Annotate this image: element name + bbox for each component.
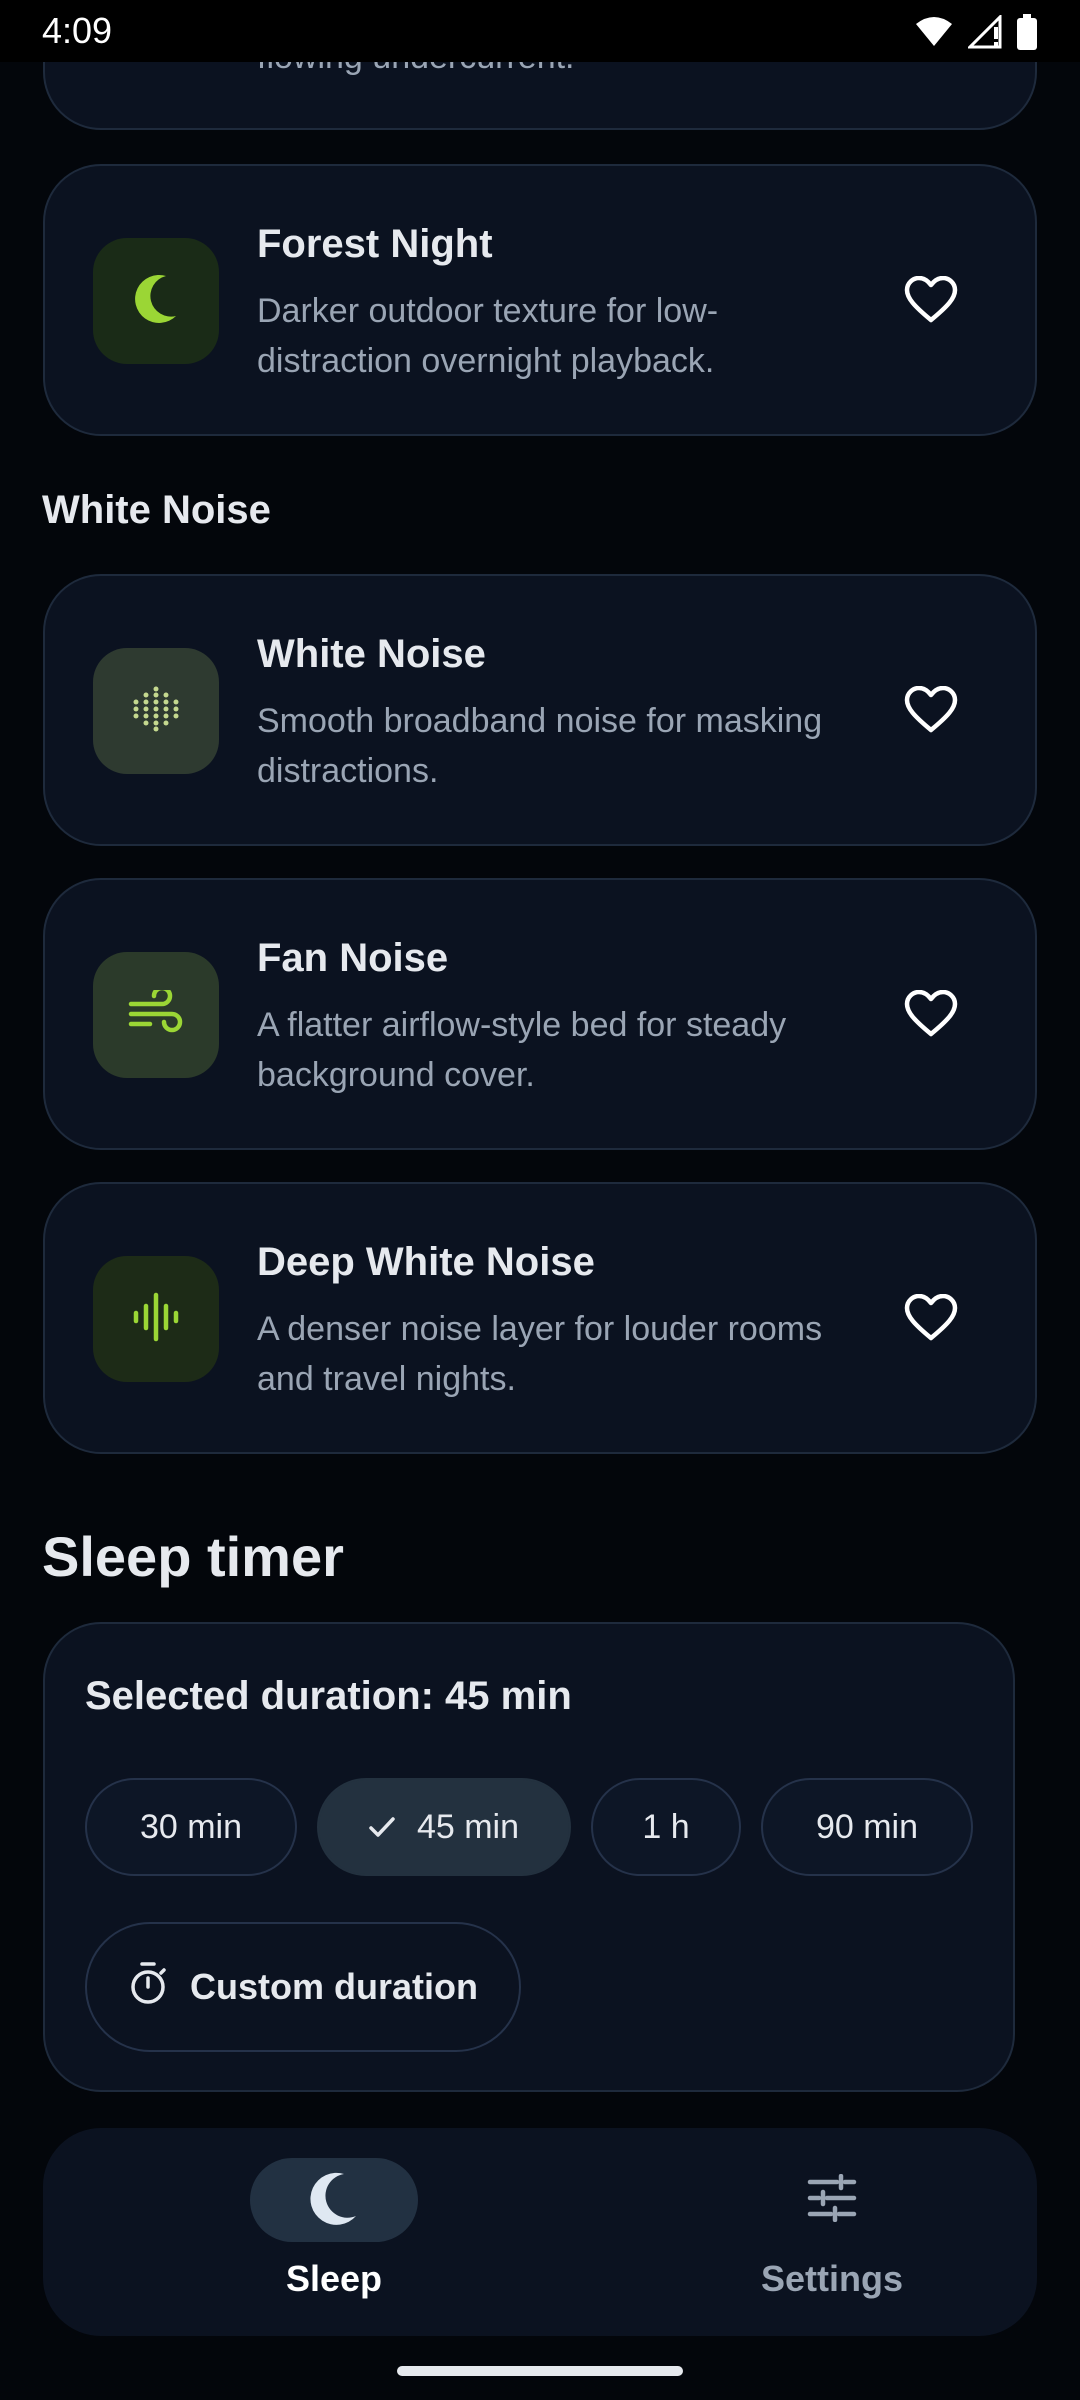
nav-item-settings[interactable]: Settings: [691, 2158, 991, 2308]
sliders-icon: [807, 2173, 857, 2227]
moon-icon: [132, 272, 180, 331]
wifi-icon: [914, 16, 954, 48]
sound-title: Deep White Noise: [257, 1240, 595, 1284]
favorite-button[interactable]: [901, 1290, 961, 1350]
nav-label: Settings: [760, 2258, 903, 2299]
duration-chip-1-h[interactable]: 1 h: [591, 1778, 741, 1876]
duration-chip-90-min[interactable]: 90 min: [761, 1778, 973, 1876]
home-indicator[interactable]: [397, 2366, 683, 2376]
sound-description: A denser noise layer for louder rooms an…: [257, 1310, 823, 1398]
selected-duration-label: Selected duration: 45 min: [85, 1674, 572, 1718]
nav-pill: [748, 2158, 916, 2242]
favorite-button[interactable]: [901, 272, 961, 332]
sound-thumbnail: [93, 238, 219, 364]
heart-icon: [904, 1293, 958, 1347]
status-time: 4:09: [42, 10, 113, 51]
favorite-button[interactable]: [901, 682, 961, 742]
sound-thumbnail: [93, 1256, 219, 1382]
sound-thumbnail: [93, 952, 219, 1078]
custom-duration-button[interactable]: Custom duration: [85, 1922, 521, 2052]
sound-description: A flatter airflow-style bed for steady b…: [257, 1006, 787, 1094]
sleep-timer-title: Sleep timer: [42, 1525, 344, 1588]
section-label-white-noise: White Noise: [42, 488, 271, 532]
sound-card-deep-white-noise[interactable]: Deep White Noise A denser noise layer fo…: [43, 1182, 1037, 1454]
heart-icon: [904, 685, 958, 739]
signal-icon: [968, 15, 1002, 49]
wind-icon: [128, 985, 184, 1041]
sound-card-forest-night[interactable]: Forest Night Darker outdoor texture for …: [43, 164, 1037, 436]
timer-icon: [128, 1961, 168, 2014]
moon-icon: [308, 2170, 360, 2231]
sound-description: Darker outdoor texture for low-distracti…: [257, 292, 719, 380]
sound-title: White Noise: [257, 632, 486, 676]
bottom-navigation: Sleep Settings: [43, 2128, 1037, 2336]
chip-label: 90 min: [815, 1807, 919, 1846]
waveform-icon: [132, 1292, 180, 1347]
duration-chip-45-min[interactable]: 45 min: [317, 1778, 571, 1876]
chip-label: 1 h: [642, 1807, 690, 1846]
screen: 4:09 flowing undercurrent. Forest Night …: [0, 0, 1080, 2400]
favorite-button[interactable]: [901, 986, 961, 1046]
sound-card-white-noise[interactable]: White Noise Smooth broadband noise for m…: [43, 574, 1037, 846]
sound-title: Fan Noise: [257, 936, 449, 980]
dots-grid-icon: [132, 685, 180, 738]
nav-label: Sleep: [285, 2258, 383, 2299]
nav-pill-active: [250, 2158, 418, 2242]
heart-icon: [904, 989, 958, 1043]
status-icons: [914, 14, 1038, 50]
sound-card-fan-noise[interactable]: Fan Noise A flatter airflow-style bed fo…: [43, 878, 1037, 1150]
nav-item-sleep[interactable]: Sleep: [193, 2158, 493, 2308]
sound-thumbnail: [93, 648, 219, 774]
custom-duration-label: Custom duration: [190, 1966, 478, 2007]
chip-label: 30 min: [139, 1807, 243, 1846]
chip-label: 45 min: [416, 1807, 520, 1846]
duration-chip-30-min[interactable]: 30 min: [85, 1778, 297, 1876]
battery-icon: [1016, 14, 1038, 50]
sound-description: Smooth broadband noise for masking distr…: [257, 702, 823, 790]
sleep-timer-card: Selected duration: 45 min 30 min 45 min …: [43, 1622, 1015, 2092]
heart-icon: [904, 275, 958, 329]
sound-title: Forest Night: [257, 222, 493, 266]
status-bar: 4:09: [0, 0, 1080, 62]
check-icon: [369, 1808, 395, 1847]
